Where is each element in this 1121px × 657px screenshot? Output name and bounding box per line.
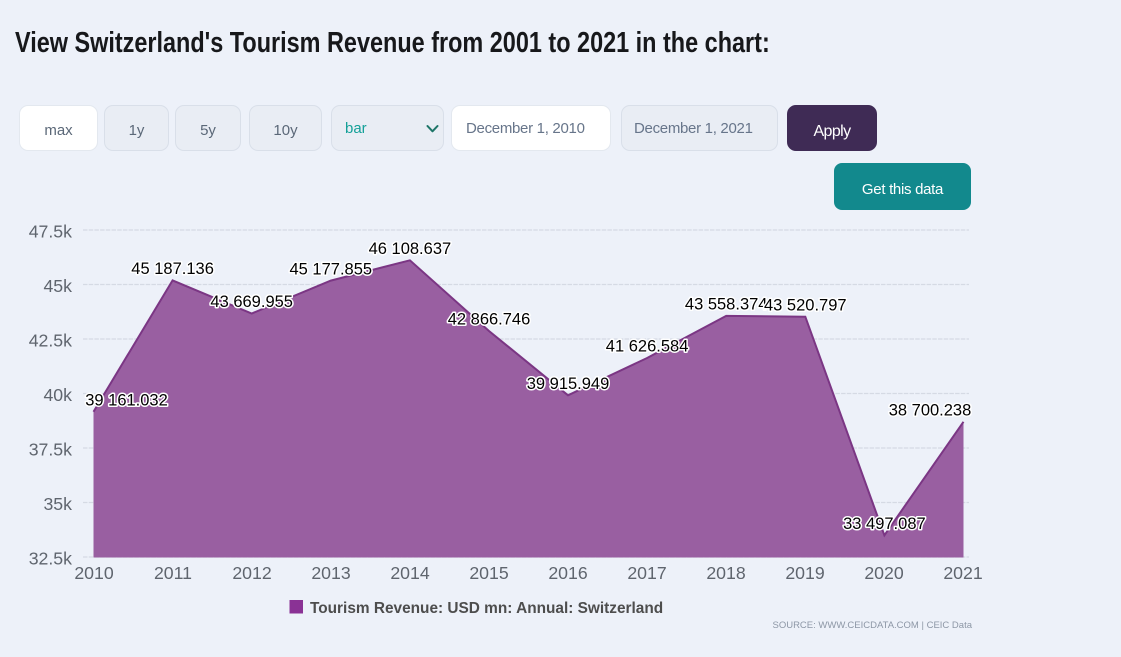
svg-text:2012: 2012: [232, 563, 271, 583]
svg-text:2015: 2015: [469, 563, 509, 583]
svg-text:2010: 2010: [74, 563, 114, 583]
svg-text:45k: 45k: [43, 276, 72, 296]
svg-text:2011: 2011: [154, 563, 192, 583]
svg-text:32.5k: 32.5k: [29, 548, 72, 568]
svg-text:46 108.637: 46 108.637: [369, 240, 452, 258]
svg-text:2016: 2016: [548, 563, 588, 583]
svg-text:2017: 2017: [627, 563, 666, 583]
svg-text:45 187.136: 45 187.136: [131, 260, 214, 278]
svg-text:2021: 2021: [943, 563, 982, 583]
svg-text:Tourism Revenue: USD mn: Annua: Tourism Revenue: USD mn: Annual: Switzer…: [310, 600, 663, 617]
svg-text:38 700.238: 38 700.238: [889, 402, 972, 420]
svg-text:45 177.855: 45 177.855: [290, 261, 373, 279]
svg-text:43 520.797: 43 520.797: [764, 296, 847, 314]
svg-text:42 866.746: 42 866.746: [448, 311, 531, 329]
svg-text:47.5k: 47.5k: [29, 221, 72, 241]
svg-text:42.5k: 42.5k: [29, 330, 72, 350]
svg-text:39 915.949: 39 915.949: [527, 375, 610, 393]
svg-text:33 497.087: 33 497.087: [843, 515, 926, 533]
svg-text:2014: 2014: [390, 563, 430, 583]
svg-text:43 669.955: 43 669.955: [210, 293, 293, 311]
svg-text:35k: 35k: [43, 494, 72, 514]
svg-text:37.5k: 37.5k: [29, 439, 72, 459]
svg-text:39 161.032: 39 161.032: [85, 392, 168, 410]
svg-text:2019: 2019: [785, 563, 824, 583]
svg-text:2020: 2020: [864, 563, 904, 583]
svg-text:41 626.584: 41 626.584: [606, 338, 689, 356]
svg-text:43 558.374: 43 558.374: [685, 296, 768, 314]
svg-text:40k: 40k: [43, 385, 72, 405]
svg-text:2018: 2018: [706, 563, 746, 583]
svg-text:SOURCE: WWW.CEICDATA.COM | CEI: SOURCE: WWW.CEICDATA.COM | CEIC Data: [772, 620, 972, 631]
svg-text:2013: 2013: [311, 563, 351, 583]
